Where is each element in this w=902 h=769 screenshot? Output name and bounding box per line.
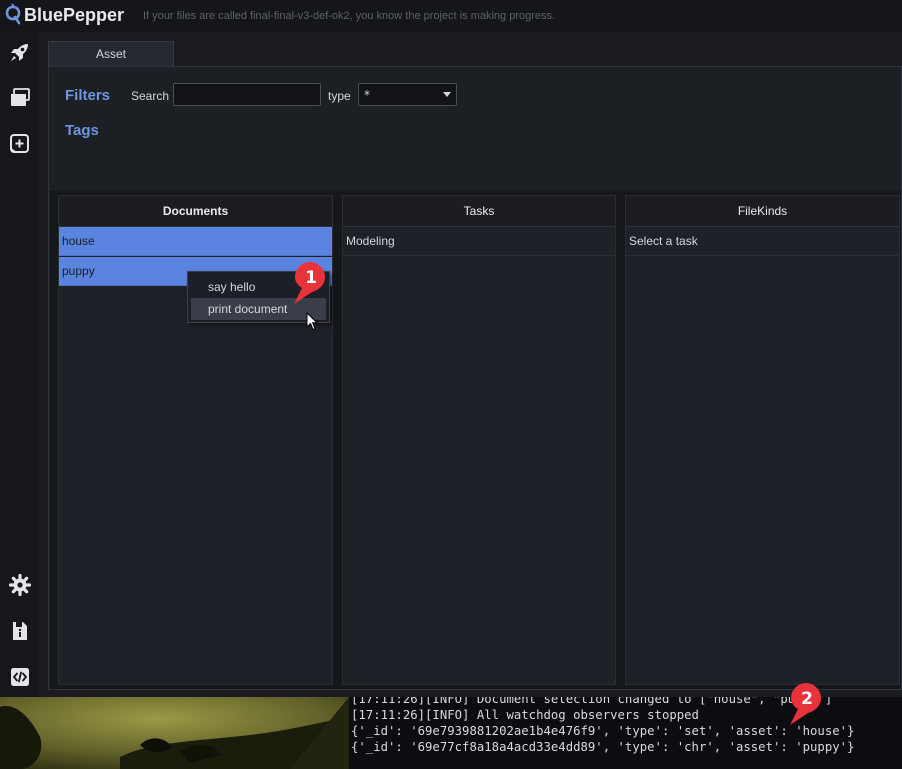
code-icon[interactable] [8,665,32,689]
stacked-windows-icon[interactable] [8,86,32,110]
logo-icon [5,3,21,25]
chevron-down-icon [443,92,451,97]
filekinds-panel: FileKinds Select a task [625,195,900,685]
console-line: [17:11:26][INFO] Document selection chan… [351,697,833,706]
type-select-value: * [364,88,370,102]
type-select[interactable]: * [358,83,457,106]
annotation-badge-2-label: 2 [801,689,813,709]
main-area: Asset Filters Search type * Tags Documen… [39,32,902,697]
app-name: BluePepper [24,5,125,25]
annotation-badge-1-label: 1 [305,268,317,288]
document-item-house[interactable]: house [59,227,332,256]
task-item-modeling[interactable]: Modeling [343,227,615,256]
annotation-badge-1: 1 [294,262,325,304]
mouse-cursor-icon [306,312,318,331]
filekinds-placeholder: Select a task [626,227,899,256]
console-line: [17:11:26][INFO] All watchdog observers … [351,708,699,722]
tab-asset[interactable]: Asset [48,41,174,67]
asset-view: Filters Search type * Tags Documents hou… [48,66,902,690]
console-line: {'_id': '69e7939881202ae1b4e476f9', 'typ… [351,724,855,738]
rocket-icon[interactable] [8,40,32,64]
search-label: Search [131,89,170,103]
app-tagline: If your files are called final-final-v3-… [143,10,556,22]
foliage-image [0,697,349,769]
tasks-header: Tasks [343,196,615,227]
background-image [0,697,349,769]
documents-header: Documents [59,196,332,227]
add-document-icon[interactable] [8,132,32,156]
title-bar: BluePepper If your files are called fina… [0,0,902,32]
gear-icon[interactable] [8,573,32,597]
annotation-badge-2: 2 [790,683,821,725]
tags-heading: Tags [65,122,99,139]
type-label: type [328,89,351,103]
sidebar [0,32,39,697]
tasks-panel: Tasks Modeling [342,195,616,685]
info-document-icon[interactable] [8,619,32,643]
console-line: {'_id': '69e77cf8a18a4acd33e4dd89', 'typ… [351,740,855,754]
search-input[interactable] [173,83,321,106]
filters-heading: Filters [65,87,111,104]
filekinds-header: FileKinds [626,196,899,227]
